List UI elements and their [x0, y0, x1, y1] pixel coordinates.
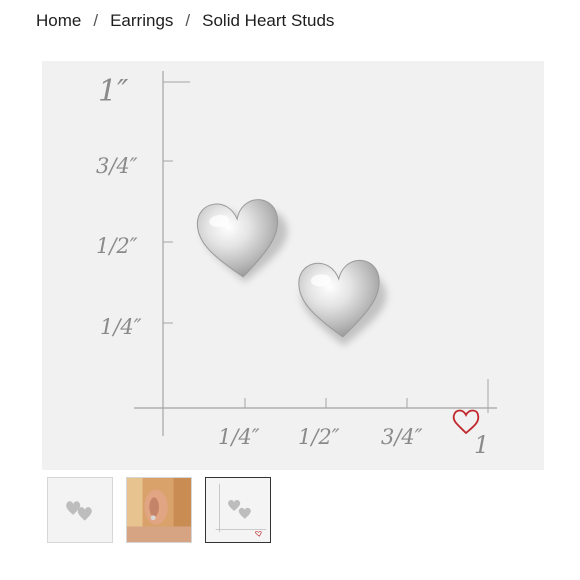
- ruler-y-label-1-4: 1/4″: [100, 315, 142, 339]
- ruler-x-label-1-4: 1/4″: [218, 425, 260, 449]
- ruler-x-label-1-2: 1/2″: [298, 425, 340, 449]
- breadcrumb-separator: /: [185, 11, 191, 30]
- ruler-y-label-3-4: 3/4″: [96, 154, 138, 178]
- thumbnail-image: [206, 478, 270, 542]
- ruler-y-label-1-2: 1/2″: [96, 234, 138, 258]
- breadcrumb-separator: /: [93, 11, 99, 30]
- main-product-image[interactable]: 1″ 3/4″ 1/2″ 1/4″ 1/4″ 1/2″ 3/4″ 1: [42, 61, 544, 470]
- thumbnail-model-wearing-earring[interactable]: [126, 477, 192, 543]
- breadcrumb-link-earrings[interactable]: Earrings: [110, 11, 173, 31]
- product-photo-illustration: 1″ 3/4″ 1/2″ 1/4″ 1/4″ 1/2″ 3/4″ 1: [96, 71, 497, 459]
- heart-outline-icon: [452, 409, 480, 435]
- heart-stud-earring: [196, 199, 279, 278]
- thumbnail-heart-studs-closeup[interactable]: [47, 477, 113, 543]
- ruler-x-label-3-4: 3/4″: [381, 425, 423, 449]
- thumbnail-image: [48, 478, 112, 542]
- breadcrumb-link-home[interactable]: Home: [36, 11, 81, 31]
- breadcrumb-current-page: Solid Heart Studs: [202, 11, 335, 30]
- thumbnail-strip: [47, 477, 271, 543]
- breadcrumb: Home / Earrings / Solid Heart Studs: [36, 9, 334, 33]
- ruler-y-label-1: 1″: [98, 74, 129, 109]
- thumbnail-image: [127, 478, 191, 542]
- thumbnail-heart-studs-ruler[interactable]: [205, 477, 271, 543]
- heart-stud-earring: [298, 259, 380, 338]
- ruler-x-label-1: 1: [474, 431, 489, 459]
